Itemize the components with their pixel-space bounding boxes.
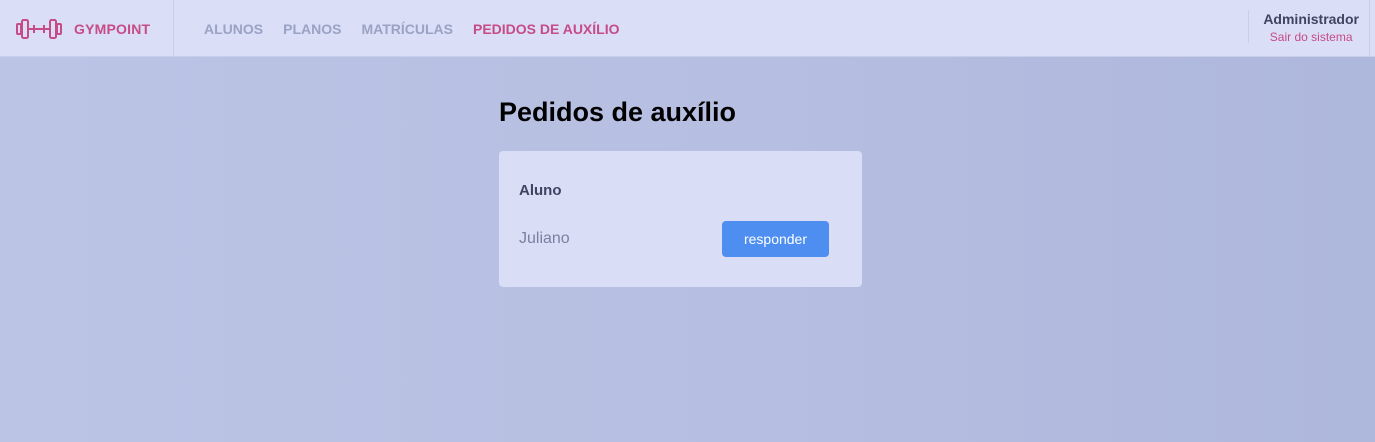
page-title: Pedidos de auxílio [499,97,737,127]
table-row-student-name: Juliano [519,230,570,247]
header-divider [173,0,174,57]
header-edge [1369,0,1370,57]
user-name: Administrador [1263,11,1359,27]
main-nav: ALUNOS PLANOS MATRÍCULAS PEDIDOS DE AUXÍ… [204,0,640,57]
user-menu: Administrador Sair do sistema [1263,11,1359,44]
header-divider-user [1248,10,1249,43]
nav-item-alunos[interactable]: ALUNOS [204,21,263,37]
nav-item-planos[interactable]: PLANOS [283,21,341,37]
nav-item-matriculas[interactable]: MATRÍCULAS [361,21,453,37]
dumbbell-icon [16,17,62,41]
column-header-aluno: Aluno [519,182,562,199]
help-requests-card: Aluno Juliano responder [499,151,862,287]
brand-name: GYMPOINT [74,20,151,37]
respond-button[interactable]: responder [722,221,829,257]
nav-item-pedidos-de-auxilio[interactable]: PEDIDOS DE AUXÍLIO [473,21,620,37]
brand-logo-link[interactable]: GYMPOINT [16,0,150,57]
top-navbar: GYMPOINT ALUNOS PLANOS MATRÍCULAS PEDIDO… [0,0,1375,57]
logout-link[interactable]: Sair do sistema [1263,30,1359,44]
